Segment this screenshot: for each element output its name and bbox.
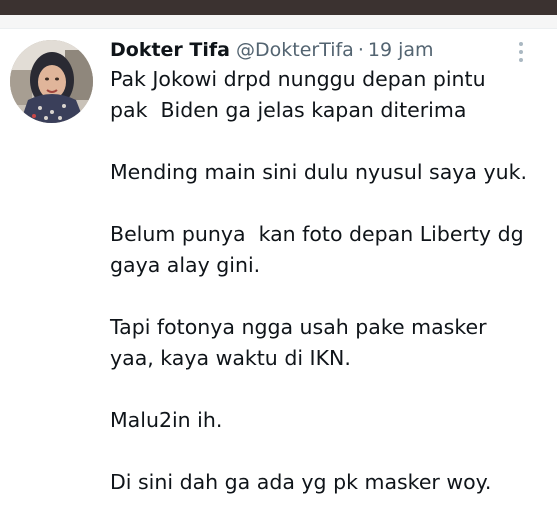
- tweet-paragraph: Tapi fotonya ngga usah pake masker yaa, …: [110, 315, 487, 370]
- more-dot: [519, 58, 523, 62]
- tweet-paragraph: Pak Jokowi drpd nunggu depan pintu pak B…: [110, 67, 486, 122]
- header-separator: ·: [357, 39, 364, 61]
- tweet-paragraph: Belum punya kan foto depan Liberty dg ga…: [110, 222, 524, 277]
- tweet-paragraph: Mending main sini dulu nyusul saya yuk.: [110, 160, 528, 184]
- tweet-header: Dokter Tifa @DokterTifa · 19 jam: [110, 37, 434, 63]
- author-name[interactable]: Dokter Tifa: [110, 39, 230, 61]
- more-dot: [519, 42, 523, 46]
- tweet-paragraph: Di sini dah ga ada yg pk masker woy.: [110, 470, 492, 494]
- tweet-time[interactable]: 19 jam: [368, 39, 434, 61]
- top-dark-bar: [0, 0, 557, 15]
- more-options-icon[interactable]: [514, 41, 528, 63]
- avatar-photo: [10, 40, 93, 123]
- tweet[interactable]: Dokter Tifa @DokterTifa · 19 jam Pak Jokowi…: [0, 29, 557, 507]
- avatar[interactable]: [10, 40, 93, 123]
- more-dot: [519, 50, 523, 54]
- author-handle[interactable]: @DokterTifa: [236, 39, 354, 61]
- tweet-paragraph: Malu2in ih.: [110, 408, 223, 432]
- top-separator: [0, 15, 557, 29]
- tweet-text: Pak Jokowi drpd nunggu depan pintu pak B…: [110, 64, 550, 498]
